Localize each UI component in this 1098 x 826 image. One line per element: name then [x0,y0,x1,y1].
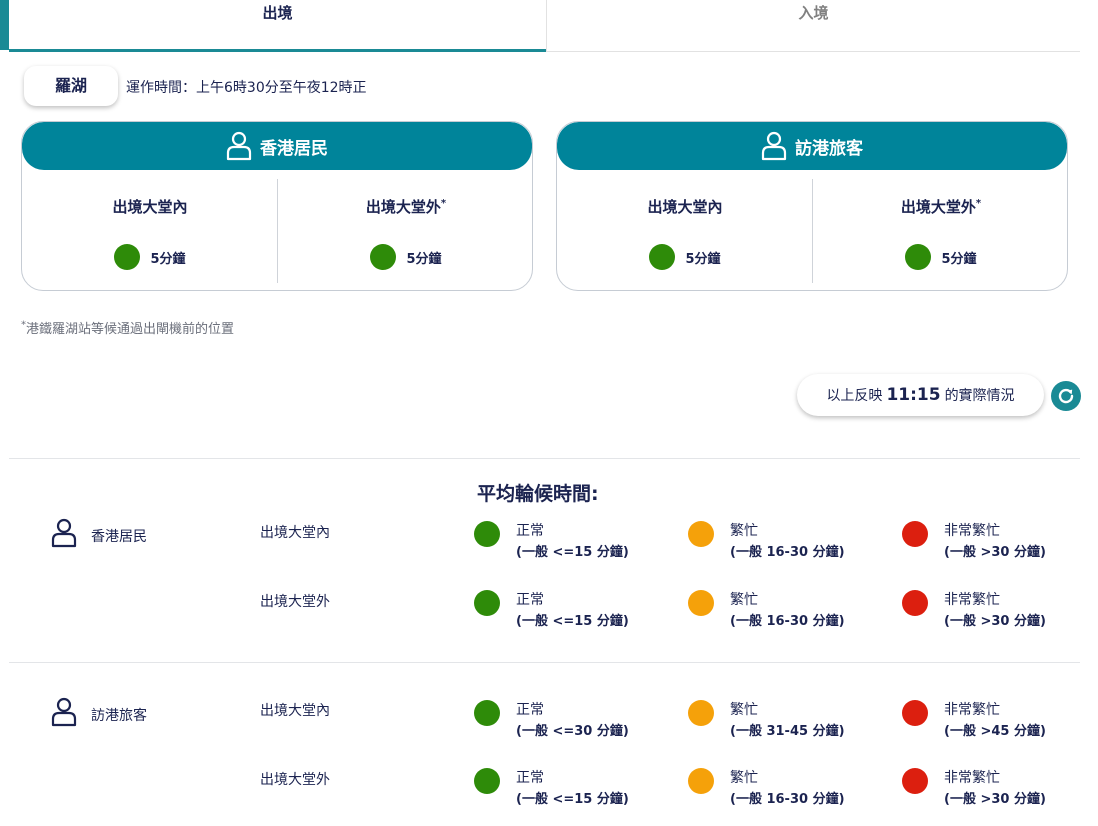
wait-time: 5分鐘 [406,251,442,267]
legend-item: 繁忙 (一般 16-30 分鐘) [688,589,845,633]
card-title: 香港居民 [260,138,328,159]
status-dot [688,700,714,726]
legend-item: 正常 (一般 <=15 分鐘) [474,589,629,633]
update-status: 以上反映 11:15 的實際情況 [797,374,1044,416]
section-separator [9,458,1080,459]
status-dot [649,244,676,270]
card-hk-residents: 香港居民 出境大堂內 5分鐘 出境大堂外* 5分鐘 [21,121,533,291]
legend-item: 正常 (一般 <=15 分鐘) [474,520,629,564]
status-dot [474,590,500,616]
status-dot [902,700,928,726]
status-dot [370,244,397,270]
wait-column: 出境大堂外* 5分鐘 [813,170,1067,290]
wait-column: 出境大堂內 5分鐘 [22,170,278,290]
legend-item: 非常繁忙 (一般 >30 分鐘) [902,520,1046,564]
status-dot [688,768,714,794]
wait-column: 出境大堂外* 5分鐘 [278,170,532,290]
status-dot [902,590,928,616]
status-dot [474,521,500,547]
status-dot [114,244,141,270]
status-dot [474,768,500,794]
card-header: 香港居民 [22,122,532,170]
wait-time: 5分鐘 [941,251,977,267]
legend-item: 非常繁忙 (一般 >30 分鐘) [902,767,1046,811]
status-dot [905,244,932,270]
hall-label: 出境大堂外* [900,198,982,216]
update-time: 11:15 [886,385,941,405]
tab-arrival[interactable]: 入境 [546,0,1080,52]
legend-item: 繁忙 (一般 16-30 分鐘) [688,520,845,564]
hall-label: 出境大堂內 [647,198,723,216]
wait-time: 5分鐘 [685,251,721,267]
legend-row-label: 出境大堂內 [260,525,330,541]
legend-row-label: 出境大堂外 [260,594,330,610]
card-visitors: 訪港旅客 出境大堂內 5分鐘 出境大堂外* 5分鐘 [556,121,1068,291]
update-prefix: 以上反映 [826,388,883,404]
hall-label: 出境大堂內 [112,198,188,216]
tab-departure[interactable]: 出境 [9,0,546,52]
wait-time: 5分鐘 [150,251,186,267]
person-icon [51,697,77,727]
section-separator [9,662,1080,663]
refresh-button[interactable] [1051,381,1081,411]
legend-title: 平均輪候時間: [477,483,599,505]
legend-group-label: 香港居民 [91,529,147,545]
legend-item: 繁忙 (一般 31-45 分鐘) [688,699,845,743]
wait-column: 出境大堂內 5分鐘 [557,170,813,290]
legend-item: 非常繁忙 (一般 >45 分鐘) [902,699,1046,743]
update-suffix: 的實際情況 [944,388,1015,404]
legend-item: 繁忙 (一般 16-30 分鐘) [688,767,845,811]
legend-row-label: 出境大堂外 [260,772,330,788]
legend-item: 正常 (一般 <=30 分鐘) [474,699,629,743]
status-dot [688,590,714,616]
hall-label: 出境大堂外* [365,198,447,216]
person-icon [761,131,787,161]
operating-hours: 運作時間：上午6時30分至午夜12時正 [126,80,367,96]
person-icon [51,518,77,548]
refresh-icon [1058,388,1074,404]
legend-item: 非常繁忙 (一般 >30 分鐘) [902,589,1046,633]
person-icon [226,131,252,161]
station-button[interactable]: 羅湖 [24,66,118,106]
left-accent-strip [0,0,9,50]
status-dot [902,521,928,547]
direction-tabs: 出境 入境 [9,0,1080,52]
legend-item: 正常 (一般 <=15 分鐘) [474,767,629,811]
legend-group-label: 訪港旅客 [91,708,147,724]
footnote: *港鐵羅湖站等候通過出閘機前的位置 [21,319,235,337]
card-header: 訪港旅客 [557,122,1067,170]
status-dot [902,768,928,794]
status-dot [474,700,500,726]
status-dot [688,521,714,547]
card-title: 訪港旅客 [795,138,863,159]
legend-row-label: 出境大堂內 [260,703,330,719]
